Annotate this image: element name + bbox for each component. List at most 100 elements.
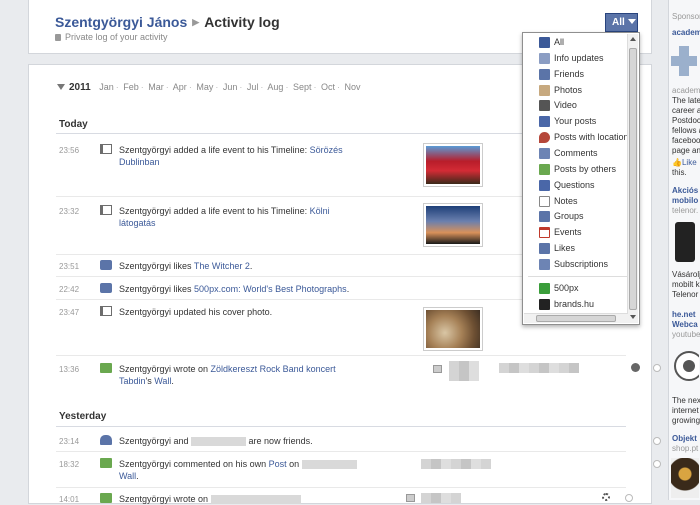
scrollbar-thumb[interactable] <box>536 315 616 322</box>
month-jun[interactable]: Jun <box>223 82 238 92</box>
activity-link[interactable]: The Witcher 2 <box>194 261 250 271</box>
activity-text: Szentgyörgyi added a life event to his T… <box>119 206 330 228</box>
month-oct[interactable]: Oct <box>321 82 335 92</box>
item-time[interactable]: 13:36 <box>59 365 79 374</box>
comment-post-icon <box>100 458 112 468</box>
groups-icon <box>539 211 550 222</box>
ad-like-link[interactable]: 👍Like <box>672 158 697 168</box>
ad-text: Postdoc <box>672 116 700 125</box>
redacted-name <box>301 460 357 470</box>
activity-text: Szentgyörgyi added a life event to his T… <box>119 145 343 167</box>
activity-text: Szentgyörgyi updated his cover photo. <box>119 307 273 317</box>
dropdown-vertical-scrollbar[interactable] <box>627 34 638 323</box>
month-aug[interactable]: Aug <box>267 82 283 92</box>
month-sept[interactable]: Sept <box>293 82 312 92</box>
comment-icon <box>406 494 415 502</box>
month-feb[interactable]: Feb <box>123 82 139 92</box>
lock-icon <box>55 34 61 41</box>
ad-domain[interactable]: telenor. <box>672 206 698 216</box>
subtitle-text: Private log of your activity <box>65 32 168 42</box>
item-time[interactable]: 23:47 <box>59 308 79 317</box>
ad-text: Telenor <box>672 290 699 299</box>
scroll-down-arrow-icon[interactable] <box>630 315 636 319</box>
month-apr[interactable]: Apr <box>173 82 187 92</box>
page-subtitle: Private log of your activity <box>55 32 168 42</box>
activity-text: Szentgyörgyi wrote on <box>119 493 301 505</box>
wall-link[interactable]: Wall <box>119 471 136 481</box>
item-time[interactable]: 23:56 <box>59 146 79 155</box>
ad-text: internet <box>672 406 699 415</box>
ad-image[interactable] <box>675 222 695 262</box>
brands-icon <box>539 299 550 310</box>
visibility-toggle[interactable] <box>653 460 661 468</box>
ad-title[interactable]: Akciós <box>672 186 698 196</box>
visibility-toggle[interactable] <box>625 494 633 502</box>
month-may[interactable]: May <box>196 82 213 92</box>
subscriptions-icon <box>539 259 550 270</box>
ad-text: faceboo <box>672 136 700 145</box>
activity-text: Szentgyörgyi commented on his own Post o… <box>119 458 359 482</box>
ad-text: growing <box>672 416 700 425</box>
month-jan[interactable]: Jan <box>99 82 114 92</box>
ad-title[interactable]: Objekt <box>672 434 697 444</box>
ad-image[interactable] <box>671 346 700 386</box>
visibility-toggle[interactable] <box>653 364 661 372</box>
item-time[interactable]: 23:32 <box>59 207 79 216</box>
wall-link[interactable]: Wall <box>154 376 171 386</box>
ad-title[interactable]: mobilo <box>672 196 698 206</box>
month-jul[interactable]: Jul <box>247 82 259 92</box>
ad-title[interactable]: he.net <box>672 310 696 320</box>
activity-text: Szentgyörgyi likes The Witcher 2. <box>119 261 253 271</box>
ad-image[interactable] <box>671 42 699 82</box>
photo-thumbnail[interactable] <box>423 143 483 187</box>
cover-photo-icon <box>100 306 112 316</box>
ad-domain[interactable]: shop.pt <box>672 444 698 454</box>
dropdown-horizontal-scrollbar[interactable] <box>524 313 628 323</box>
item-time[interactable]: 23:51 <box>59 262 79 271</box>
scrollbar-thumb[interactable] <box>629 48 637 310</box>
item-time[interactable]: 23:14 <box>59 437 79 446</box>
ad-text: The late <box>672 96 700 105</box>
photo-thumbnail[interactable] <box>423 307 483 351</box>
item-time[interactable]: 18:32 <box>59 460 79 469</box>
ad-text: career a <box>672 106 700 115</box>
section-yesterday: Yesterday <box>59 411 107 422</box>
ad-title[interactable]: Webca <box>672 320 698 330</box>
right-sidebar-ads: Sponsore academ academic The late career… <box>668 0 700 500</box>
ad-domain[interactable]: academic <box>672 86 700 96</box>
visibility-toggle[interactable] <box>653 437 661 445</box>
redacted-content <box>421 459 491 469</box>
page-title: Szentgyörgyi János ▶ Activity log <box>55 14 280 30</box>
profile-name-link[interactable]: Szentgyörgyi János <box>55 14 187 30</box>
ad-title[interactable]: academ <box>672 28 700 38</box>
activity-link[interactable]: 500px.com: World's Best Photographs <box>194 284 347 294</box>
comment-icon <box>433 365 442 373</box>
ad-image[interactable] <box>671 458 699 498</box>
page-name: Activity log <box>204 14 280 30</box>
location-icon <box>539 132 550 143</box>
comments-icon <box>539 148 550 159</box>
notes-icon <box>539 196 550 207</box>
month-mar[interactable]: Mar <box>148 82 164 92</box>
section-today: Today <box>59 119 88 130</box>
photo-thumbnail[interactable] <box>423 203 483 247</box>
redacted-content <box>449 361 479 381</box>
year-label[interactable]: 2011 <box>69 82 91 93</box>
wall-post-icon <box>100 493 112 503</box>
photos-icon <box>539 85 550 96</box>
filter-all-button[interactable]: All <box>605 13 638 32</box>
video-icon <box>539 100 550 111</box>
scroll-up-arrow-icon[interactable] <box>630 37 636 41</box>
post-link[interactable]: Post <box>269 459 287 469</box>
life-event-icon <box>100 205 112 215</box>
like-icon <box>100 283 112 293</box>
like-icon <box>100 260 112 270</box>
globe-icon[interactable] <box>631 363 640 372</box>
item-time[interactable]: 22:42 <box>59 285 79 294</box>
row-divider <box>56 487 626 488</box>
ad-domain[interactable]: youtube <box>672 330 700 340</box>
collapse-triangle-icon[interactable] <box>57 84 65 90</box>
month-nov[interactable]: Nov <box>345 82 361 92</box>
menu-divider <box>528 276 628 277</box>
row-divider <box>56 355 626 356</box>
